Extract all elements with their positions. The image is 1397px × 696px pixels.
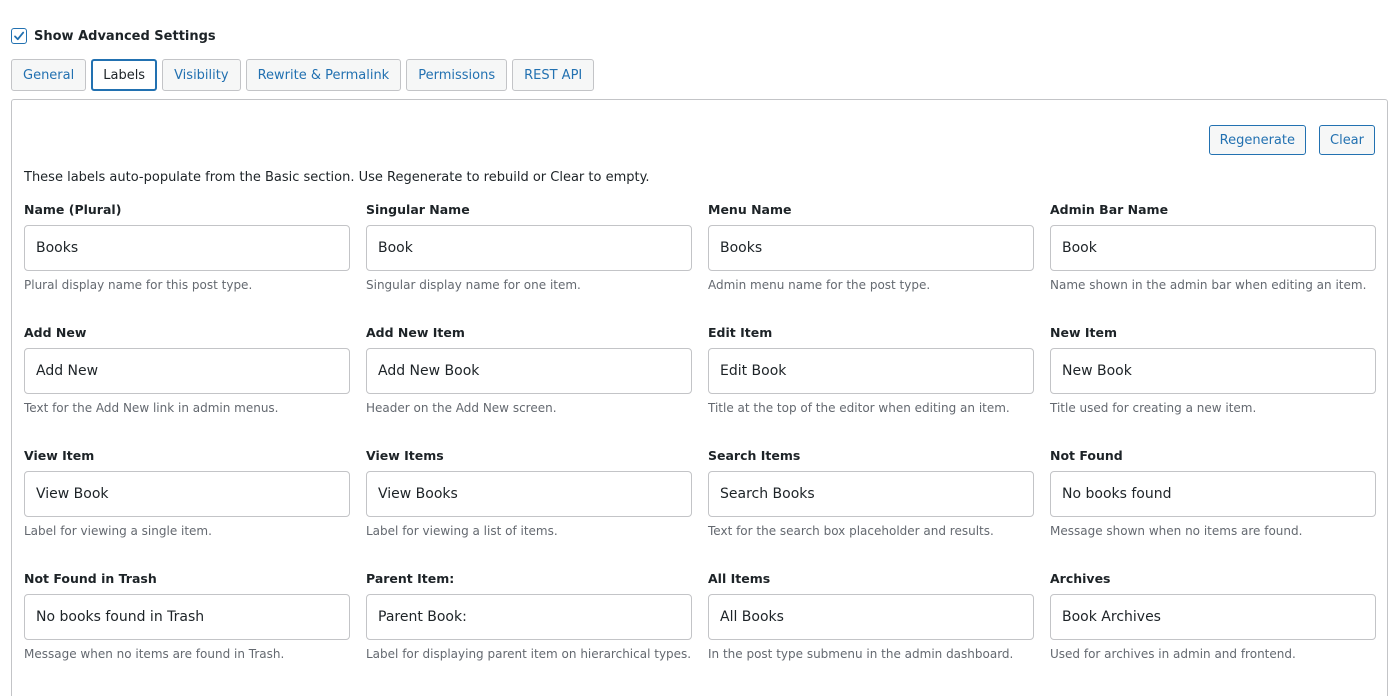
field-name-plural: Name (Plural) Plural display name for th… bbox=[24, 202, 350, 325]
field-help: Title at the top of the editor when edit… bbox=[708, 401, 1010, 415]
menu-name-input[interactable] bbox=[708, 225, 1034, 271]
field-archives: Archives Used for archives in admin and … bbox=[1050, 571, 1376, 694]
labels-grid: Name (Plural) Plural display name for th… bbox=[24, 202, 1377, 694]
field-label: Add New Item bbox=[366, 325, 465, 340]
field-help: Header on the Add New screen. bbox=[366, 401, 557, 415]
new-item-input[interactable] bbox=[1050, 348, 1376, 394]
field-help: Text for the search box placeholder and … bbox=[708, 524, 994, 538]
not-found-input[interactable] bbox=[1050, 471, 1376, 517]
show-advanced-label: Show Advanced Settings bbox=[34, 28, 216, 44]
settings-tabs: General Labels Visibility Rewrite & Perm… bbox=[11, 59, 599, 91]
field-label: Menu Name bbox=[708, 202, 792, 217]
field-label: New Item bbox=[1050, 325, 1117, 340]
field-add-new: Add New Text for the Add New link in adm… bbox=[24, 325, 350, 448]
field-help: In the post type submenu in the admin da… bbox=[708, 647, 1014, 661]
admin-bar-name-input[interactable] bbox=[1050, 225, 1376, 271]
checkmark-icon bbox=[14, 31, 25, 41]
field-label: Not Found in Trash bbox=[24, 571, 157, 586]
tab-general[interactable]: General bbox=[11, 59, 87, 91]
field-label: Parent Item: bbox=[366, 571, 455, 586]
field-label: Edit Item bbox=[708, 325, 773, 340]
field-help: Title used for creating a new item. bbox=[1050, 401, 1257, 415]
field-help: Label for displaying parent item on hier… bbox=[366, 647, 692, 661]
tab-labels[interactable]: Labels bbox=[91, 59, 158, 91]
labels-intro-text: These labels auto-populate from the Basi… bbox=[24, 170, 650, 185]
tab-rest-api[interactable]: REST API bbox=[512, 59, 595, 91]
field-label: Singular Name bbox=[366, 202, 470, 217]
field-edit-item: Edit Item Title at the top of the editor… bbox=[708, 325, 1034, 448]
field-parent-item: Parent Item: Label for displaying parent… bbox=[366, 571, 692, 694]
field-not-found: Not Found Message shown when no items ar… bbox=[1050, 448, 1376, 571]
field-admin-bar-name: Admin Bar Name Name shown in the admin b… bbox=[1050, 202, 1376, 325]
field-help: Text for the Add New link in admin menus… bbox=[24, 401, 279, 415]
all-items-input[interactable] bbox=[708, 594, 1034, 640]
show-advanced-toggle[interactable]: Show Advanced Settings bbox=[11, 27, 216, 45]
field-help: Plural display name for this post type. bbox=[24, 278, 253, 292]
field-label: Name (Plural) bbox=[24, 202, 122, 217]
regenerate-button[interactable]: Regenerate bbox=[1208, 125, 1306, 155]
field-label: Admin Bar Name bbox=[1050, 202, 1169, 217]
field-label: Add New bbox=[24, 325, 87, 340]
field-help: Label for viewing a single item. bbox=[24, 524, 212, 538]
not-found-in-trash-input[interactable] bbox=[24, 594, 350, 640]
add-new-input[interactable] bbox=[24, 348, 350, 394]
field-help: Message shown when no items are found. bbox=[1050, 524, 1303, 538]
field-help: Label for viewing a list of items. bbox=[366, 524, 558, 538]
settings-screen: Show Advanced Settings General Labels Vi… bbox=[0, 0, 1397, 696]
archives-input[interactable] bbox=[1050, 594, 1376, 640]
clear-button[interactable]: Clear bbox=[1319, 125, 1375, 155]
name-plural-input[interactable] bbox=[24, 225, 350, 271]
singular-name-input[interactable] bbox=[366, 225, 692, 271]
field-label: Search Items bbox=[708, 448, 801, 463]
field-label: All Items bbox=[708, 571, 771, 586]
parent-item-input[interactable] bbox=[366, 594, 692, 640]
field-view-items: View Items Label for viewing a list of i… bbox=[366, 448, 692, 571]
edit-item-input[interactable] bbox=[708, 348, 1034, 394]
field-not-found-in-trash: Not Found in Trash Message when no items… bbox=[24, 571, 350, 694]
field-view-item: View Item Label for viewing a single ite… bbox=[24, 448, 350, 571]
search-items-input[interactable] bbox=[708, 471, 1034, 517]
add-new-item-input[interactable] bbox=[366, 348, 692, 394]
field-label: Not Found bbox=[1050, 448, 1123, 463]
view-items-input[interactable] bbox=[366, 471, 692, 517]
field-help: Admin menu name for the post type. bbox=[708, 278, 931, 292]
view-item-input[interactable] bbox=[24, 471, 350, 517]
field-label: View Items bbox=[366, 448, 444, 463]
field-label: View Item bbox=[24, 448, 95, 463]
field-add-new-item: Add New Item Header on the Add New scree… bbox=[366, 325, 692, 448]
field-label: Archives bbox=[1050, 571, 1111, 586]
field-help: Name shown in the admin bar when editing… bbox=[1050, 278, 1367, 292]
field-all-items: All Items In the post type submenu in th… bbox=[708, 571, 1034, 694]
field-help: Singular display name for one item. bbox=[366, 278, 581, 292]
field-help: Message when no items are found in Trash… bbox=[24, 647, 285, 661]
field-new-item: New Item Title used for creating a new i… bbox=[1050, 325, 1376, 448]
label-actions: Regenerate Clear bbox=[1196, 125, 1375, 155]
labels-panel: Regenerate Clear These labels auto-popul… bbox=[11, 99, 1388, 696]
field-menu-name: Menu Name Admin menu name for the post t… bbox=[708, 202, 1034, 325]
show-advanced-checkbox[interactable] bbox=[11, 28, 27, 44]
field-help: Used for archives in admin and frontend. bbox=[1050, 647, 1296, 661]
field-search-items: Search Items Text for the search box pla… bbox=[708, 448, 1034, 571]
tab-rewrite-permalink[interactable]: Rewrite & Permalink bbox=[245, 59, 402, 91]
field-singular-name: Singular Name Singular display name for … bbox=[366, 202, 692, 325]
tab-visibility[interactable]: Visibility bbox=[162, 59, 241, 91]
tab-permissions[interactable]: Permissions bbox=[406, 59, 508, 91]
